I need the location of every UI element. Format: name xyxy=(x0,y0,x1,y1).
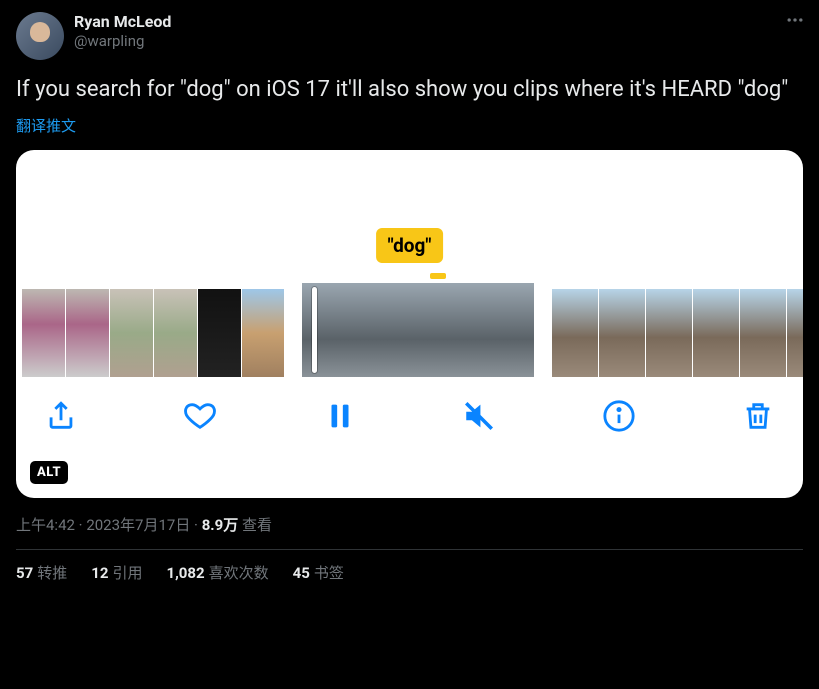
thumbnail xyxy=(154,289,197,377)
views-label: 查看 xyxy=(238,516,272,534)
share-icon xyxy=(44,399,78,433)
retweets-stat[interactable]: 57转推 xyxy=(16,562,67,583)
author-names[interactable]: Ryan McLeod @warpling xyxy=(74,12,171,51)
thumbnail xyxy=(646,289,692,377)
thumbnail xyxy=(693,289,739,377)
translate-link[interactable]: 翻译推文 xyxy=(16,115,76,136)
more-button[interactable] xyxy=(785,10,805,34)
thumbnail xyxy=(242,289,284,377)
info-icon xyxy=(602,399,636,433)
bookmarks-stat[interactable]: 45书签 xyxy=(293,562,344,583)
author-handle: @warpling xyxy=(74,32,171,51)
thumbnail xyxy=(22,289,65,377)
display-name: Ryan McLeod xyxy=(74,12,171,32)
tweet-time[interactable]: 上午4:42 xyxy=(16,516,75,534)
thumbnail xyxy=(360,283,418,377)
thumbnail xyxy=(110,289,153,377)
tweet-date[interactable]: 2023年7月17日 xyxy=(86,516,190,534)
pause-icon xyxy=(323,399,357,433)
avatar[interactable] xyxy=(16,12,64,60)
thumbnail xyxy=(552,289,598,377)
share-button[interactable] xyxy=(44,399,78,433)
thumbnail xyxy=(740,289,786,377)
mute-icon xyxy=(462,399,496,433)
heart-icon xyxy=(183,399,217,433)
media-controls xyxy=(16,377,803,433)
thumbnail xyxy=(476,283,534,377)
media-top-area: "dog" xyxy=(16,150,803,283)
pause-button[interactable] xyxy=(323,399,357,433)
like-button[interactable] xyxy=(183,399,217,433)
playhead[interactable] xyxy=(312,287,317,373)
trash-icon xyxy=(741,399,775,433)
media-attachment[interactable]: "dog" xyxy=(16,150,803,498)
timeline-marker xyxy=(430,273,446,279)
clip-group-1[interactable] xyxy=(22,289,284,377)
video-timeline[interactable] xyxy=(16,283,803,377)
search-token-label: "dog" xyxy=(376,228,444,263)
divider xyxy=(16,549,803,550)
thumbnail xyxy=(418,283,476,377)
mute-button[interactable] xyxy=(462,399,496,433)
clip-group-3[interactable] xyxy=(552,289,803,377)
clip-group-2-active[interactable] xyxy=(302,283,534,377)
alt-badge[interactable]: ALT xyxy=(30,461,68,484)
thumbnail xyxy=(198,289,241,377)
more-icon xyxy=(785,10,805,30)
tweet-header: Ryan McLeod @warpling xyxy=(16,12,803,60)
delete-button[interactable] xyxy=(741,399,775,433)
thumbnail xyxy=(599,289,645,377)
tweet-container: Ryan McLeod @warpling If you search for … xyxy=(0,0,819,595)
tweet-meta: 上午4:42 · 2023年7月17日 · 8.9万 查看 xyxy=(16,514,803,535)
tweet-stats: 57转推 12引用 1,082喜欢次数 45书签 xyxy=(16,562,803,583)
tweet-text: If you search for "dog" on iOS 17 it'll … xyxy=(16,76,803,105)
quotes-stat[interactable]: 12引用 xyxy=(91,562,142,583)
thumbnail xyxy=(302,283,360,377)
info-button[interactable] xyxy=(602,399,636,433)
thumbnail xyxy=(787,289,803,377)
likes-stat[interactable]: 1,082喜欢次数 xyxy=(166,562,268,583)
views-count: 8.9万 xyxy=(202,516,239,534)
thumbnail xyxy=(66,289,109,377)
